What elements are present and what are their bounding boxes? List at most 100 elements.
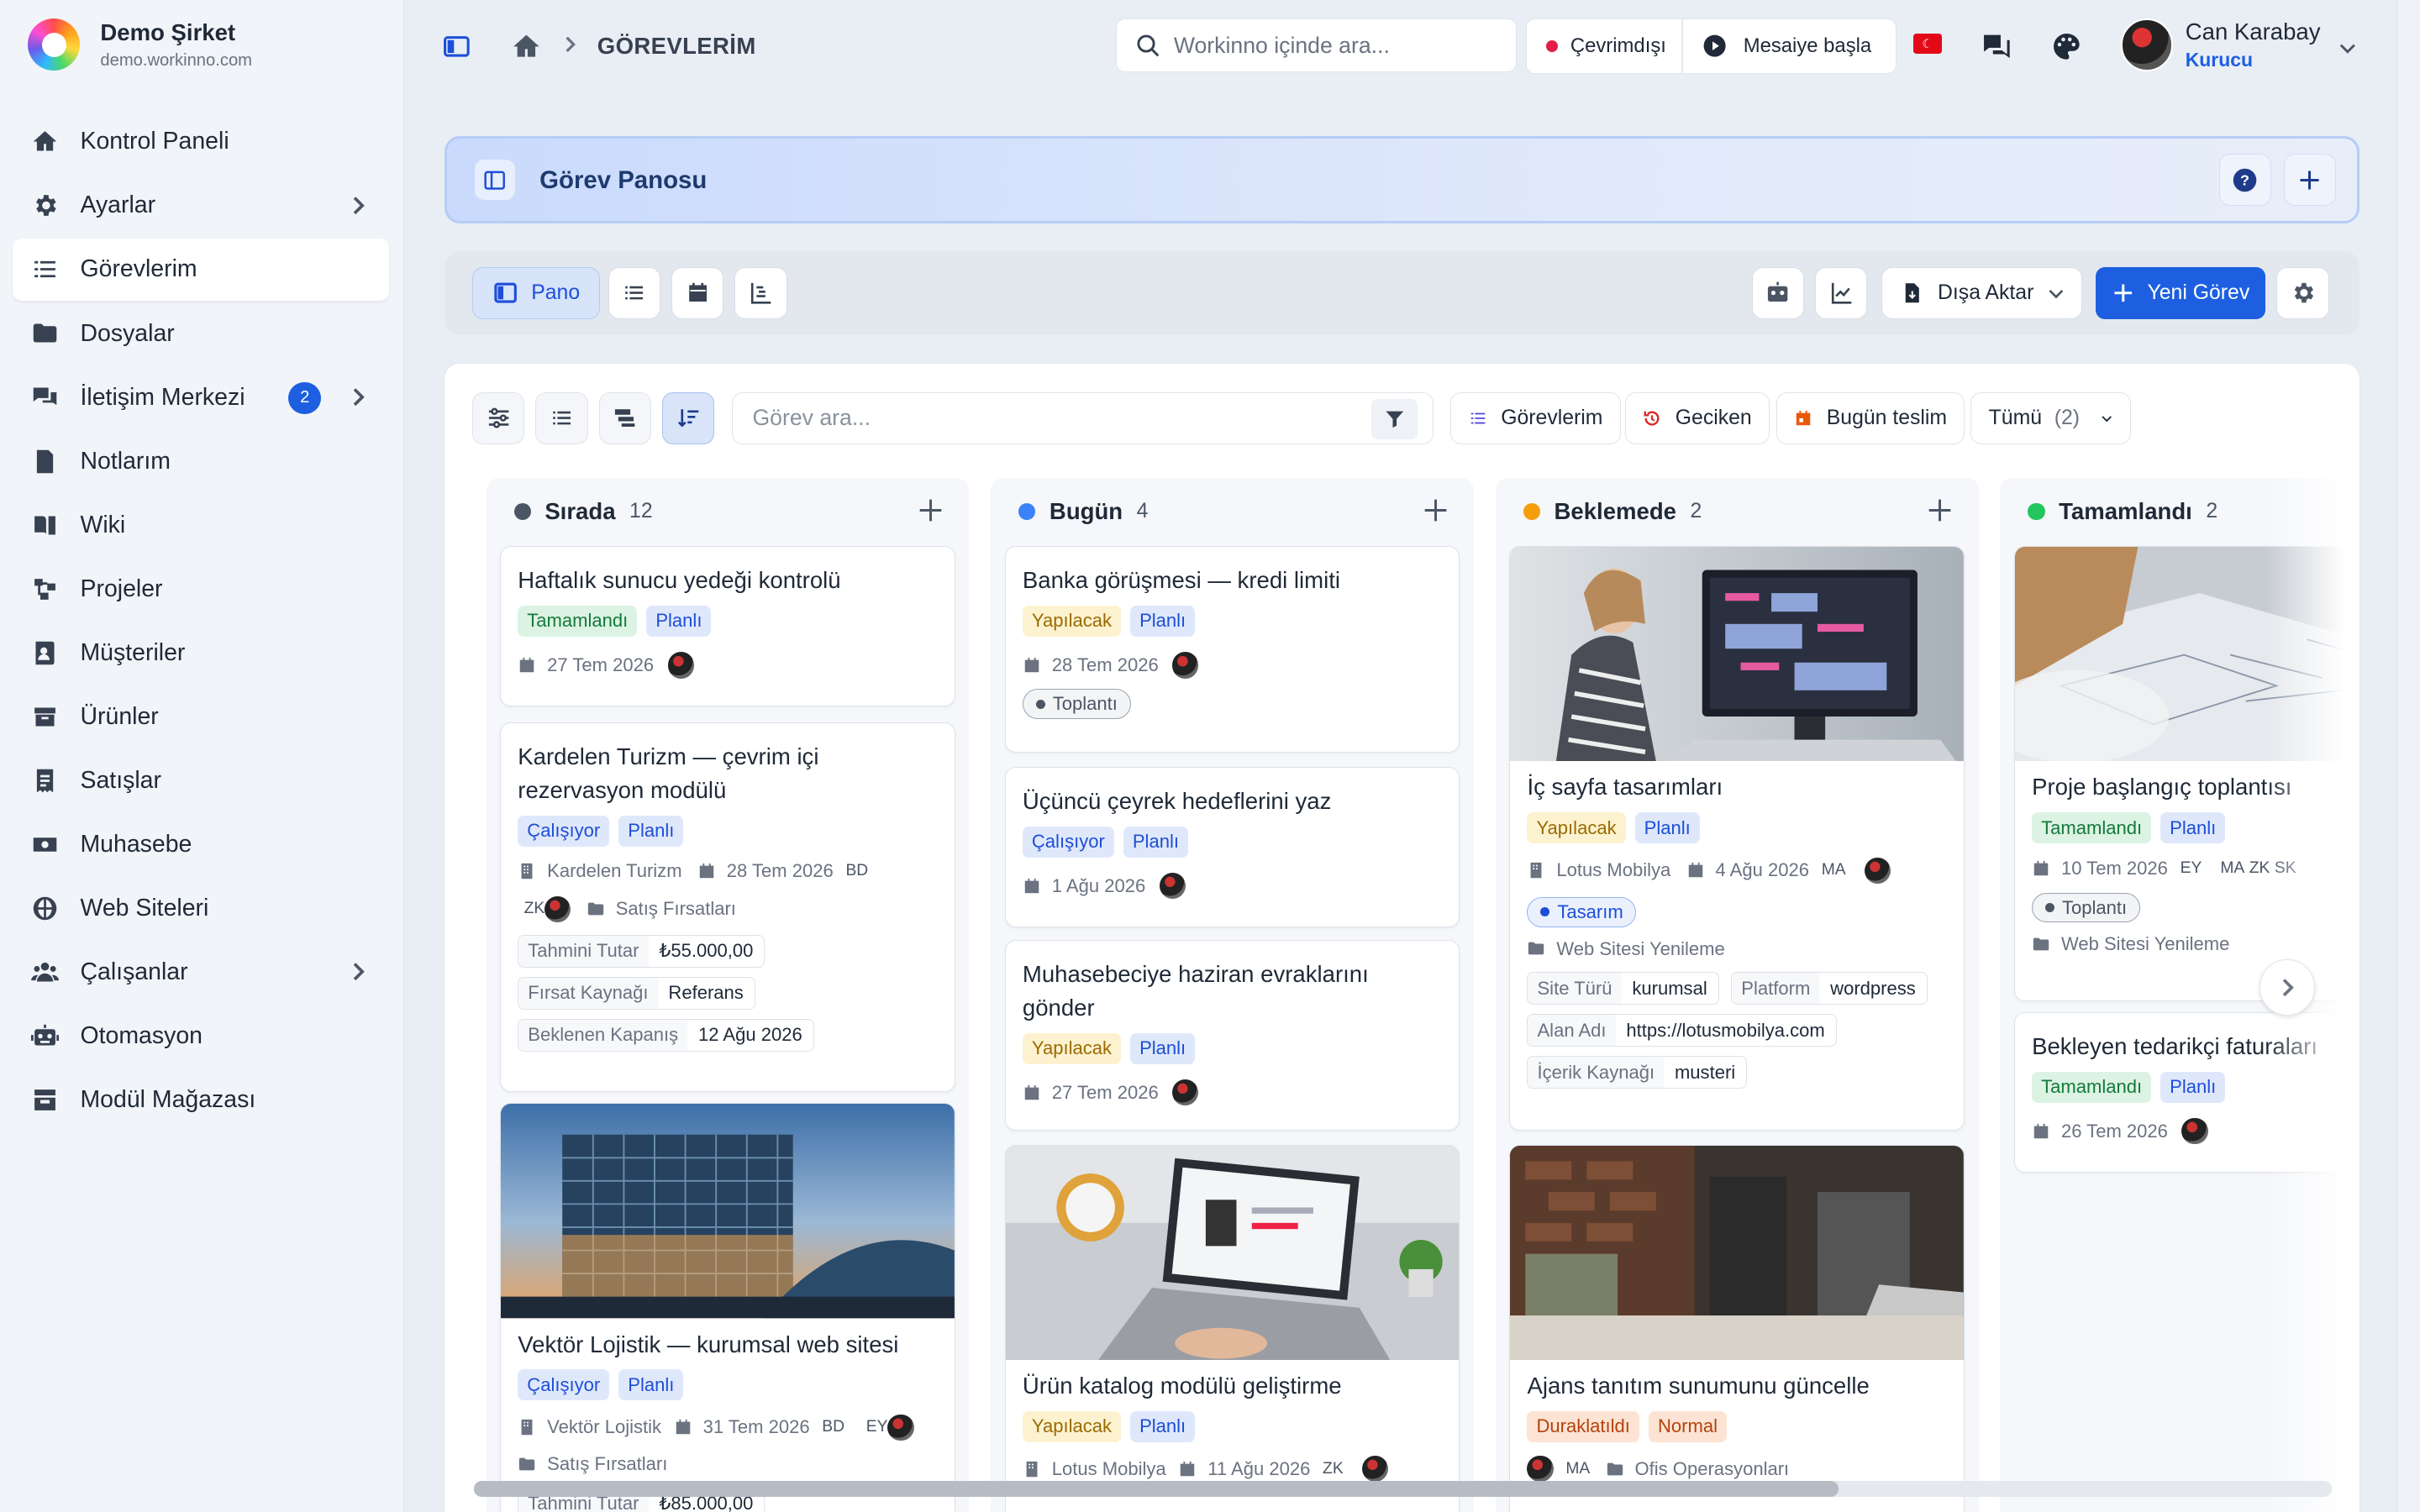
sidebar-item-musteriler[interactable]: Müşteriler [13,622,389,683]
view-board-button[interactable]: Pano [472,266,601,320]
task-title: Vektör Lojistik — kurumsal web sitesi [518,1331,899,1357]
company-name: Lotus Mobilya [1051,1457,1166,1479]
add-task-plus-icon[interactable] [1422,496,1449,524]
reports-button[interactable] [1814,266,1868,320]
chat-icon [28,381,61,414]
add-board-button[interactable] [2283,153,2337,207]
list-icon [625,286,644,300]
user-role: Kurucu [2185,48,2254,71]
folder-icon [2033,937,2049,951]
play-icon [1703,35,1726,58]
sidebar-item-calisanlar[interactable]: Çalışanlar [13,941,389,1002]
sidebar-item-notlarim[interactable]: Notlarım [13,430,389,491]
filter-due-today[interactable]: Bugün teslim [1776,391,1965,444]
label-pill: Toplantı [1022,689,1131,719]
task-card[interactable]: Banka görüşmesi — kredi limiti Yapılacak… [1004,546,1460,753]
assignee-avatar [887,1414,914,1441]
status-dot [513,503,531,521]
help-button[interactable]: ? [2218,153,2271,207]
task-card[interactable]: Vektör Lojistik — kurumsal web sitesi Ça… [500,1103,955,1512]
sidebar-item-projeler[interactable]: Projeler [13,558,389,619]
label-pill: Toplantı [2032,893,2140,923]
filter-my-tasks[interactable]: Görevlerim [1450,391,1621,444]
sidebar-item-muhasebe[interactable]: Muhasebe [13,813,389,874]
view-calendar-button[interactable] [671,266,724,320]
filter-overdue[interactable]: Geciken [1625,391,1770,444]
sidebar-item-label: Görevlerim [80,255,197,283]
filter-icon[interactable] [1370,398,1418,439]
column-count: 2 [2206,500,2218,523]
sidebar-item-satislar[interactable]: Satışlar [13,749,389,811]
sidebar-item-gorevlerim[interactable]: Görevlerim [12,239,389,301]
board-icon [475,160,515,201]
view-list-button[interactable] [608,266,661,320]
palette-icon[interactable] [2051,31,2082,62]
priority-badge: Planlı [618,1369,684,1401]
brand[interactable]: Demo Şirket demo.workinno.com [28,18,252,71]
building-icon [1531,863,1542,879]
home-icon[interactable] [511,31,542,62]
field-value: Referans [668,982,744,1004]
sidebar-item-dosyalar[interactable]: Dosyalar [13,302,389,364]
sidebar-item-label: Kontrol Paneli [80,128,229,155]
layers-icon [615,409,635,428]
sidebar-item-wiki[interactable]: Wiki [13,494,389,555]
scope-dropdown[interactable]: Tümü (2) [1970,391,2132,444]
turkish-flag-icon[interactable]: ☾ [1913,34,1942,55]
board-horizontal-scrollbar[interactable] [473,1481,2333,1497]
status-badge: Yapılacak [1022,1032,1122,1064]
filter-due-today-label: Bugün teslim [1826,406,1948,429]
sidebar-item-ayarlar[interactable]: Ayarlar [13,175,389,236]
task-card[interactable]: Muhasebeciye haziran evraklarını gönder … [1004,939,1460,1131]
calendar-icon [2033,1123,2049,1138]
status-dot [1018,503,1036,521]
assignee-initials: ZK [1323,1459,1344,1478]
sidebar-toggle-icon[interactable] [441,31,472,62]
task-search-input[interactable]: Görev ara... [731,391,1434,444]
field-value: 12 Ağu 2026 [697,1024,802,1046]
sort-button[interactable] [661,391,715,444]
field-value: kurumsal [1632,977,1707,999]
chevron-down-icon[interactable] [2337,37,2359,59]
export-dropdown[interactable]: Dışa Aktar [1881,266,2082,320]
priority-badge: Planlı [1130,1410,1196,1442]
add-task-plus-icon[interactable] [917,496,944,524]
task-card[interactable]: Haftalık sunucu yedeği kontrolü Tamamlan… [500,546,955,707]
sidebar-item-kontrol-paneli[interactable]: Kontrol Paneli [13,111,389,172]
new-task-button[interactable]: Yeni Görev [2096,266,2266,320]
user-menu[interactable]: Can Karabay Kurucu [2120,18,2321,71]
automation-button[interactable] [1751,266,1805,320]
presence-group: Çevrimdışı Mesaiye başla [1526,18,1897,75]
page-scrollbar[interactable] [2396,0,2420,1512]
custom-field: Site Türü kurumsal [1527,972,1719,1005]
task-card[interactable]: İç sayfa tasarımları Yapılacak Planlı Lot… [1509,546,1965,1131]
scroll-next-button[interactable] [2259,959,2316,1016]
start-shift-button[interactable]: Mesaiye başla [1683,19,1871,73]
sidebar-item-otomasyon[interactable]: Otomasyon [13,1005,389,1066]
sidebar: Demo Şirket demo.workinno.com Kontrol Pa… [0,0,405,1512]
label-pill: Tasarım [1527,897,1637,927]
sidebar-item-web-siteleri[interactable]: Web Siteleri [13,877,389,938]
task-card[interactable]: Ajans tanıtım sunumunu güncelle Duraklat… [1509,1144,1965,1512]
task-card[interactable]: Üçüncü çeyrek hedeflerini yaz Çalışıyor P… [1004,766,1460,927]
board-settings-button[interactable] [2276,266,2329,320]
assignee-avatar [1527,1456,1554,1483]
field-key: Tahmini Tutar [518,935,649,967]
chevron-right-icon [345,193,370,218]
filter-settings-button[interactable] [472,391,525,444]
assignee-avatar [544,895,571,922]
list-options-button[interactable] [535,391,588,444]
building-photo [501,1104,955,1319]
task-card[interactable]: Kardelen Turizm — çevrim içi rezervasyon… [500,722,955,1093]
scrollbar-thumb[interactable] [473,1481,1839,1497]
presence-status-button[interactable]: Çevrimdışı [1527,19,1681,73]
global-search-input[interactable]: Workinno içinde ara... [1115,18,1518,73]
group-button[interactable] [598,391,652,444]
sidebar-item-urunler[interactable]: Ürünler [13,685,389,747]
support-chat-icon[interactable] [1981,31,2012,62]
task-card[interactable]: Ürün katalog modülü geliştirme Yapılacak… [1004,1144,1460,1512]
sidebar-item-modul-magazasi[interactable]: Modül Mağazası [13,1068,389,1130]
sidebar-item-iletisim-merkezi[interactable]: İletişim Merkezi 2 [13,366,389,428]
add-task-plus-icon[interactable] [1926,496,1954,524]
view-gantt-button[interactable] [734,266,787,320]
